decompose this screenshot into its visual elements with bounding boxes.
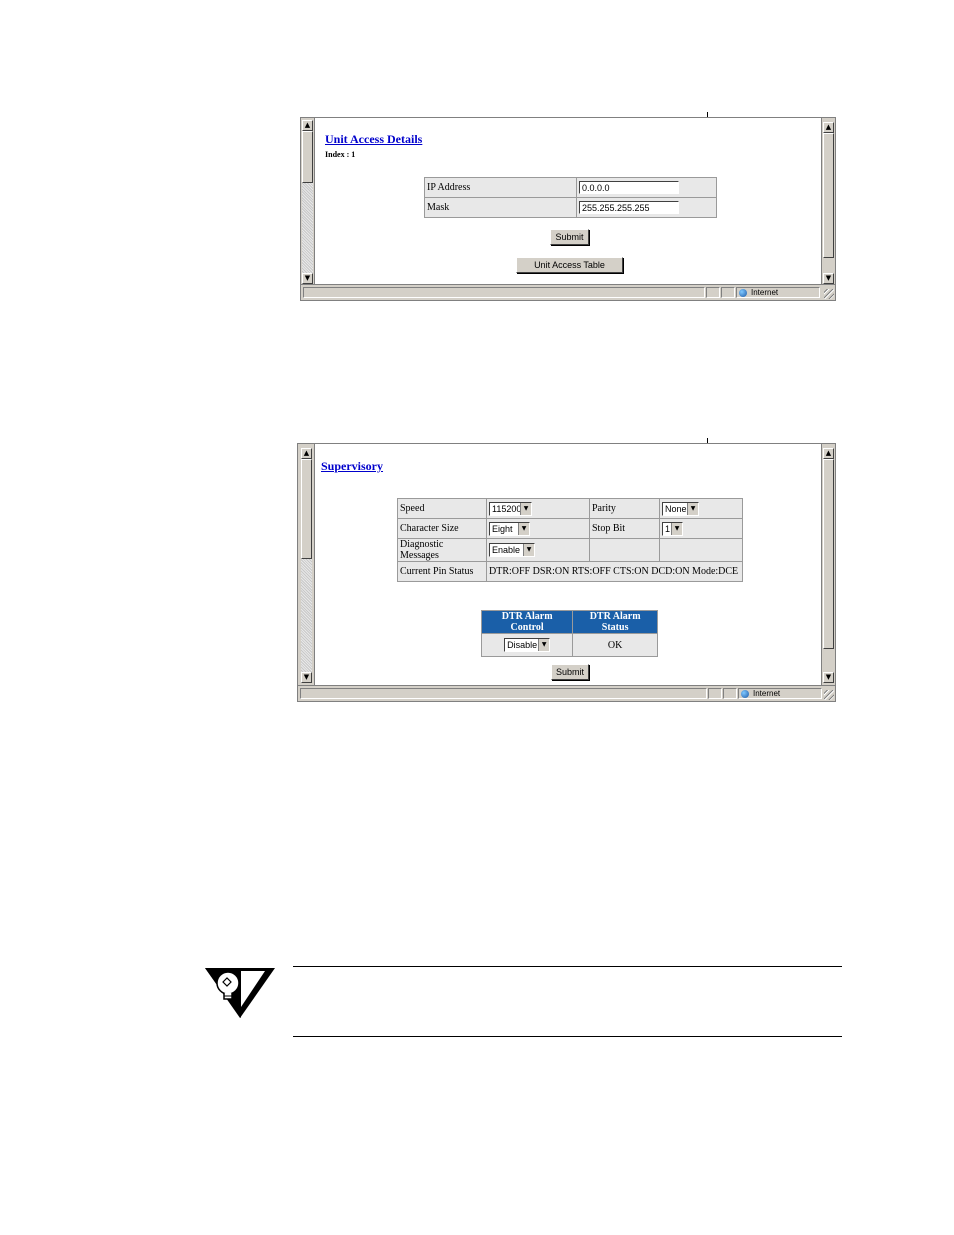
note-top-rule <box>293 966 842 967</box>
scroll-track[interactable] <box>301 559 312 672</box>
left-frame-scrollbar[interactable]: ▲ ▼ <box>301 118 315 286</box>
stop-bit-label: Stop Bit <box>589 518 660 539</box>
globe-icon <box>739 289 747 297</box>
unit-access-window: ▲ ▼ ▲ ▼ Unit Access Details Index : 1 IP… <box>300 117 836 301</box>
scroll-thumb[interactable] <box>823 133 834 258</box>
current-pin-status-label: Current Pin Status <box>397 561 487 582</box>
unit-access-form: IP Address 0.0.0.0 Mask 255.255.255.255 <box>424 177 717 218</box>
status-pane <box>721 287 735 298</box>
form-row-mask: Mask 255.255.255.255 <box>424 197 717 218</box>
note-bottom-rule <box>293 1036 842 1037</box>
security-zone: Internet <box>736 287 820 298</box>
parity-label: Parity <box>589 498 660 519</box>
ip-address-cell: 0.0.0.0 <box>576 177 717 198</box>
status-bar: Internet <box>298 685 835 701</box>
dropdown-arrow-icon[interactable]: ▼ <box>520 502 531 515</box>
speed-cell: 115200 ▼ <box>486 498 590 519</box>
right-scrollbar[interactable]: ▲ ▼ <box>821 444 835 685</box>
mask-cell: 255.255.255.255 <box>576 197 717 218</box>
scroll-down-icon[interactable]: ▼ <box>823 273 834 284</box>
speed-select[interactable]: 115200 ▼ <box>489 501 532 516</box>
security-zone: Internet <box>738 688 822 699</box>
diagnostic-messages-cell: Enable ▼ <box>486 538 590 562</box>
lightbulb-note-icon <box>203 966 277 1025</box>
diagnostic-messages-select[interactable]: Enable ▼ <box>489 543 535 557</box>
resize-grip-icon[interactable] <box>824 289 834 299</box>
scroll-thumb[interactable] <box>823 459 834 649</box>
left-frame-scrollbar[interactable]: ▲ ▼ <box>298 444 315 685</box>
ip-address-input[interactable]: 0.0.0.0 <box>579 181 679 194</box>
unit-access-table-button[interactable]: Unit Access Table <box>516 257 623 273</box>
zone-label: Internet <box>751 288 779 297</box>
scroll-up-icon[interactable]: ▲ <box>823 122 834 133</box>
scroll-down-icon[interactable]: ▼ <box>301 672 312 683</box>
globe-icon <box>741 690 749 698</box>
character-size-label: Character Size <box>397 518 487 539</box>
index-label: Index : 1 <box>325 150 356 159</box>
status-bar: Internet <box>301 284 835 300</box>
form-row: Character Size Eight ▼ Stop Bit 1 ▼ <box>397 518 743 539</box>
character-size-cell: Eight ▼ <box>486 518 590 539</box>
form-row: Speed 115200 ▼ Parity None ▼ <box>397 498 743 519</box>
character-size-select[interactable]: Eight ▼ <box>489 521 530 536</box>
status-pane <box>300 688 707 699</box>
scroll-up-icon[interactable]: ▲ <box>823 448 834 459</box>
dtr-alarm-control-cell: Disable ▼ <box>480 633 574 657</box>
dtr-alarm-status-header: DTR Alarm Status <box>572 610 658 634</box>
scroll-down-icon[interactable]: ▼ <box>302 273 313 284</box>
ip-address-label: IP Address <box>424 177 577 198</box>
form-row: Current Pin Status DTR:OFF DSR:ON RTS:OF… <box>397 561 743 582</box>
scroll-up-icon[interactable]: ▲ <box>301 448 312 459</box>
mask-label: Mask <box>424 197 577 218</box>
dtr-alarm-control-header: DTR Alarm Control <box>480 610 574 634</box>
alarm-value-row: Disable ▼ OK <box>480 633 658 657</box>
dropdown-arrow-icon[interactable]: ▼ <box>671 522 682 535</box>
status-pane <box>708 688 722 699</box>
dropdown-arrow-icon[interactable]: ▼ <box>687 502 698 515</box>
stop-bit-select[interactable]: 1 ▼ <box>662 521 683 536</box>
scroll-track[interactable] <box>302 183 313 273</box>
submit-button[interactable]: Submit <box>550 229 589 245</box>
scroll-thumb[interactable] <box>301 459 312 559</box>
supervisory-form: Speed 115200 ▼ Parity None ▼ Character Siz… <box>397 498 743 582</box>
supervisory-window: ▲ ▼ ▲ ▼ Supervisory Speed 115200 ▼ Parity… <box>297 443 836 702</box>
alarm-header-row: DTR Alarm Control DTR Alarm Status <box>480 610 658 634</box>
dropdown-arrow-icon[interactable]: ▼ <box>538 639 550 651</box>
mask-input[interactable]: 255.255.255.255 <box>579 201 679 214</box>
speed-label: Speed <box>397 498 487 519</box>
diagnostic-messages-label: Diagnostic Messages <box>397 538 487 562</box>
resize-grip-icon[interactable] <box>824 690 834 700</box>
status-pane <box>303 287 705 298</box>
status-pane <box>723 688 737 699</box>
page-title-link[interactable]: Supervisory <box>321 459 383 474</box>
page-title-link[interactable]: Unit Access Details <box>325 132 422 147</box>
dtr-alarm-control-select[interactable]: Disable ▼ <box>504 638 551 652</box>
status-pane <box>706 287 720 298</box>
parity-cell: None ▼ <box>659 498 743 519</box>
dtr-alarm-status-value: OK <box>572 633 658 657</box>
dropdown-arrow-icon[interactable]: ▼ <box>518 522 529 535</box>
scroll-thumb[interactable] <box>302 131 313 183</box>
current-pin-status-value: DTR:OFF DSR:ON RTS:OFF CTS:ON DCD:ON Mod… <box>486 561 743 582</box>
empty-cell <box>589 538 660 562</box>
form-row-ip: IP Address 0.0.0.0 <box>424 177 717 198</box>
stop-bit-cell: 1 ▼ <box>659 518 743 539</box>
form-row: Diagnostic Messages Enable ▼ <box>397 538 743 562</box>
scroll-up-icon[interactable]: ▲ <box>302 120 313 131</box>
scroll-down-icon[interactable]: ▼ <box>823 672 834 683</box>
zone-label: Internet <box>753 689 781 698</box>
dropdown-arrow-icon[interactable]: ▼ <box>523 544 534 556</box>
parity-select[interactable]: None ▼ <box>662 501 699 516</box>
empty-cell <box>659 538 743 562</box>
right-scrollbar[interactable]: ▲ ▼ <box>821 118 835 286</box>
submit-button[interactable]: Submit <box>551 664 589 680</box>
dtr-alarm-table: DTR Alarm Control DTR Alarm Status Disab… <box>480 610 658 657</box>
